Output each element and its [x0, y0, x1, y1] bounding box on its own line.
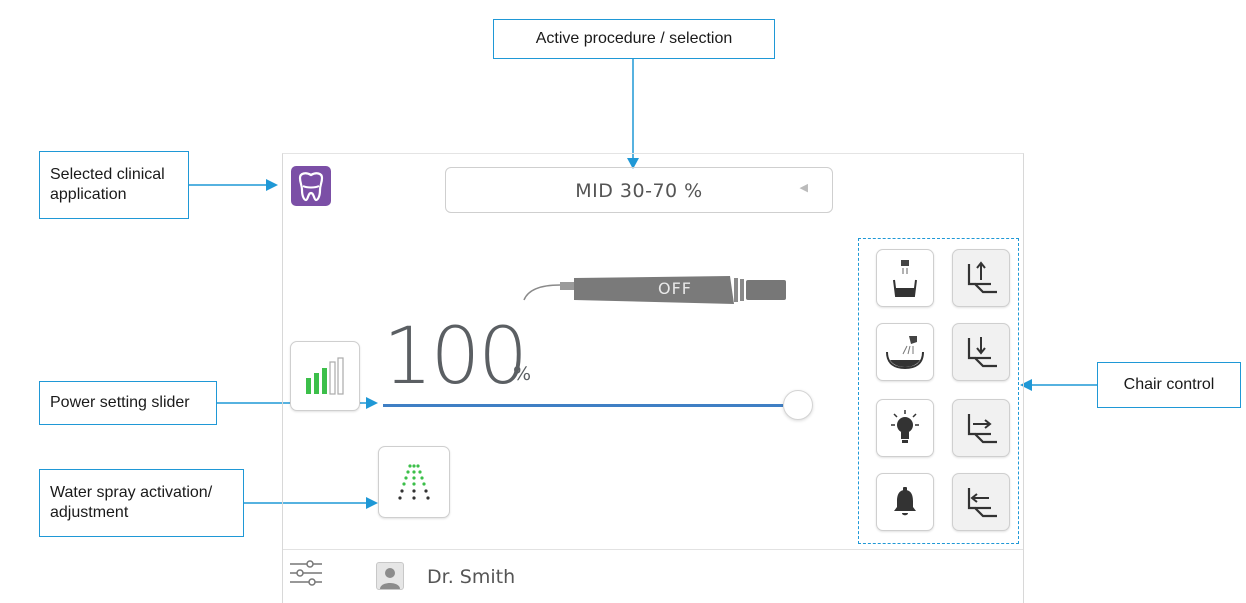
chair-down-button[interactable] — [952, 323, 1010, 381]
power-slider-thumb[interactable] — [783, 390, 813, 420]
user-name[interactable]: Dr. Smith — [427, 566, 515, 588]
chair-backrest-up-icon — [967, 414, 997, 444]
callout-power-slider: Power setting slider — [39, 381, 217, 425]
call-bell-button[interactable] — [876, 473, 934, 531]
procedure-selector[interactable]: MID 30-70 % ◀ — [445, 167, 833, 213]
water-spray-button[interactable] — [378, 446, 450, 518]
power-value: 100 — [383, 312, 528, 402]
chair-backrest-down-icon — [967, 488, 997, 518]
power-unit: % — [513, 363, 532, 385]
callout-active-procedure: Active procedure / selection — [493, 19, 775, 59]
chair-up-button[interactable] — [952, 249, 1010, 307]
handpiece-status: OFF — [658, 279, 692, 298]
cup-fill-icon — [893, 260, 917, 297]
callout-power-slider-text: Power setting slider — [50, 394, 190, 411]
callout-clinical-application-line1: Selected clinical — [50, 166, 165, 183]
bottom-divider — [283, 549, 1023, 550]
cup-fill-button[interactable] — [876, 249, 934, 307]
callout-active-procedure-text: Active procedure / selection — [535, 30, 733, 47]
settings-sliders-icon[interactable] — [288, 558, 324, 590]
signal-bars-icon — [306, 357, 344, 395]
power-level-button[interactable] — [290, 341, 360, 411]
clinical-application-button[interactable] — [291, 166, 331, 206]
bowl-rinse-icon — [886, 336, 924, 370]
callout-clinical-application-line2: application — [50, 186, 127, 203]
chair-up-icon — [967, 261, 997, 294]
callout-water-spray-line1: Water spray activation/ — [50, 484, 213, 501]
chair-backrest-down-button[interactable] — [952, 473, 1010, 531]
procedure-value: MID 30-70 % — [575, 180, 703, 202]
lightbulb-icon — [891, 410, 919, 443]
chair-backrest-up-button[interactable] — [952, 399, 1010, 457]
callout-chair-control-text: Chair control — [1123, 376, 1215, 393]
power-slider-fill — [383, 404, 783, 407]
light-button[interactable] — [876, 399, 934, 457]
chair-down-icon — [967, 337, 997, 368]
bowl-rinse-button[interactable] — [876, 323, 934, 381]
chevron-left-icon: ◀ — [799, 181, 808, 194]
bell-icon — [894, 487, 916, 516]
user-avatar[interactable] — [376, 562, 404, 590]
callout-water-spray: Water spray activation/ adjustment — [39, 469, 244, 537]
tooth-icon — [298, 172, 324, 202]
person-icon — [380, 568, 400, 589]
callout-chair-control: Chair control — [1097, 362, 1241, 408]
water-spray-icon — [398, 464, 430, 500]
callout-water-spray-line2: adjustment — [50, 504, 129, 521]
callout-clinical-application: Selected clinical application — [39, 151, 189, 219]
power-slider[interactable] — [383, 390, 813, 422]
